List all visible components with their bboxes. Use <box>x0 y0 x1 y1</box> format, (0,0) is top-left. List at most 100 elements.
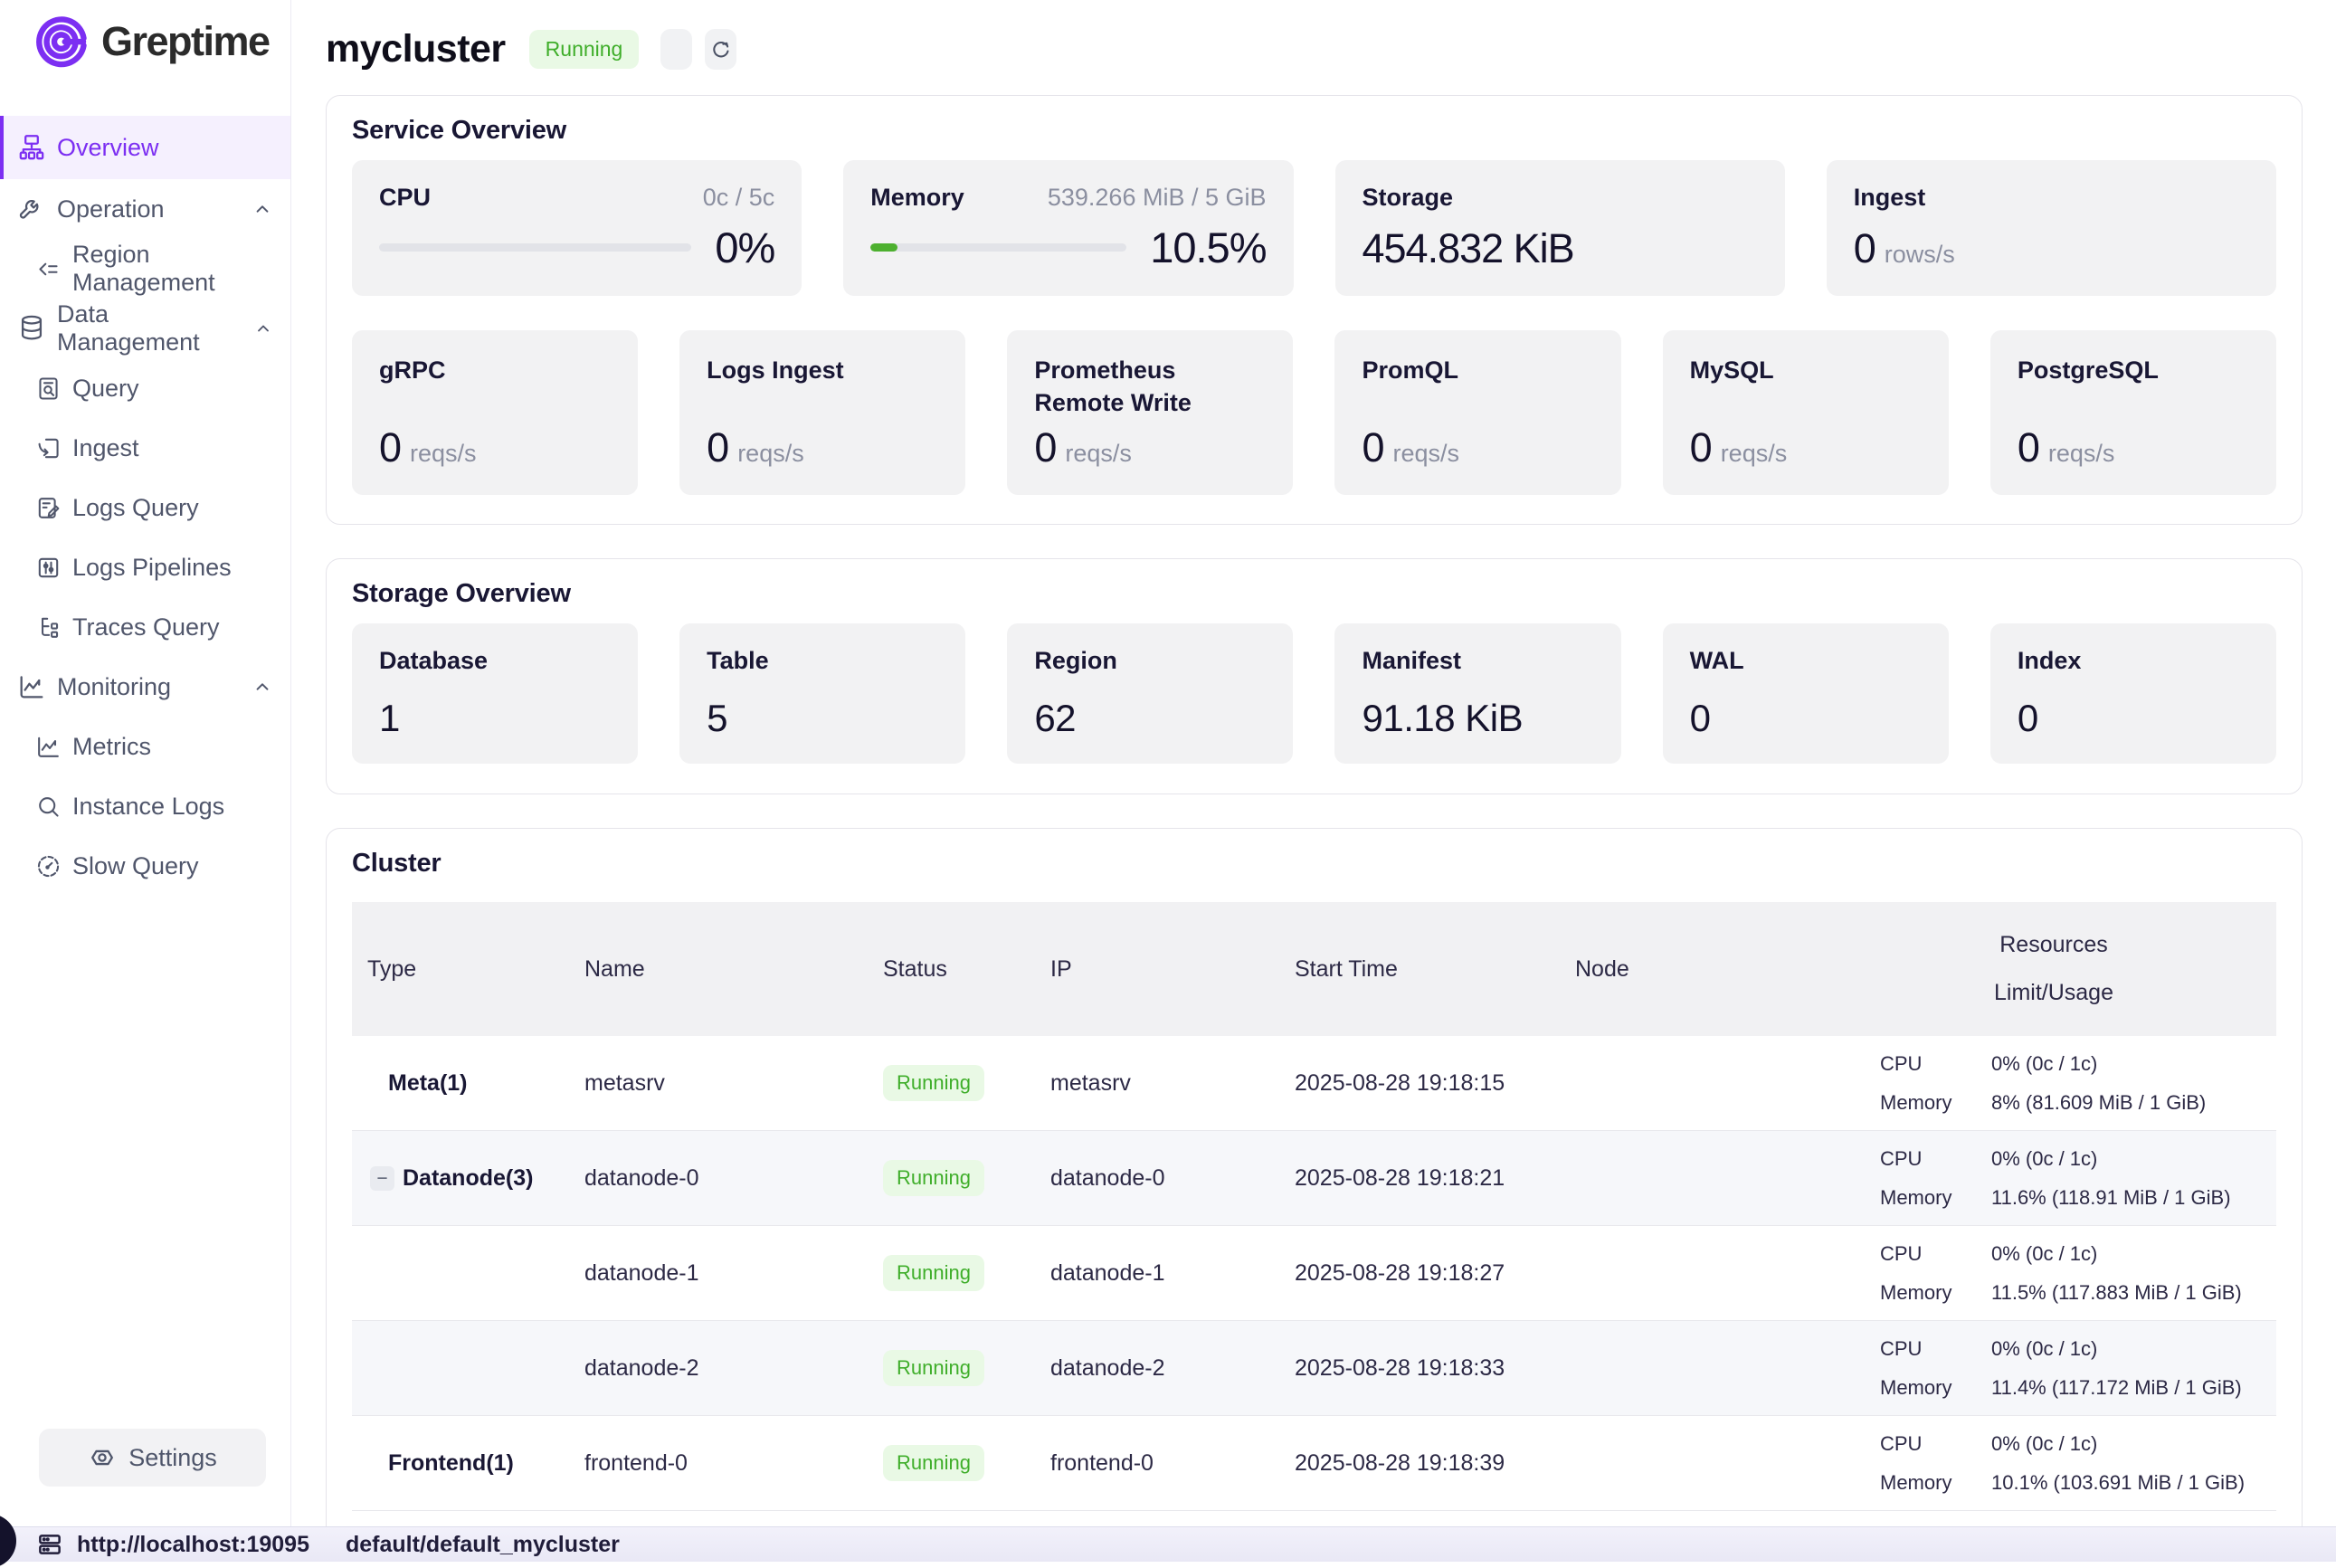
ingest-label: Ingest <box>1854 184 1926 212</box>
cpu-resource-value: 0% (0c / 1c) <box>1991 1432 2276 1456</box>
ip-cell: datanode-0 <box>1035 1165 1279 1192</box>
status-badge: Running <box>883 1160 984 1196</box>
chevron-up-icon[interactable] <box>252 317 274 340</box>
resources-cell: CPU 0% (0c / 1c) Memory 8% (81.609 MiB /… <box>1831 1052 2276 1115</box>
start-time-cell: 2025-08-28 19:18:27 <box>1279 1260 1560 1287</box>
storage-card-label: Index <box>2018 647 2249 675</box>
sidebar-item-ingest[interactable]: Ingest <box>0 418 290 478</box>
protocol-card-mysql: MySQL 0 reqs/s <box>1663 330 1949 495</box>
sidebar-item-overview[interactable]: Overview <box>0 116 290 179</box>
table-row-datanode-0[interactable]: − Datanode(3) datanode-0 Running datanod… <box>352 1131 2276 1226</box>
storage-card-label: Table <box>707 647 938 675</box>
storage-overview-panel: Storage Overview Database 1 Table 5 Regi… <box>326 558 2303 794</box>
memory-card: Memory 539.266 MiB / 5 GiB 10.5% <box>843 160 1293 296</box>
status-bar: http://localhost:19095 default/default_m… <box>0 1527 2336 1562</box>
sidebar-section-label: Monitoring <box>57 673 171 701</box>
cluster-panel: Cluster Type Name Status IP Start Time N… <box>326 828 2303 1527</box>
protocol-unit: reqs/s <box>1065 440 1132 468</box>
search-icon <box>34 793 62 821</box>
name-cell: datanode-0 <box>569 1165 868 1192</box>
storage-card-wal: WAL 0 <box>1663 623 1949 764</box>
protocol-value: 0 <box>1690 424 1712 471</box>
region-management-icon <box>34 255 62 283</box>
sidebar-item-label: Ingest <box>72 434 139 462</box>
protocol-cards: gRPC 0 reqs/s Logs Ingest 0 reqs/s Prome… <box>352 330 2276 495</box>
memory-resource-label: Memory <box>1880 1281 1991 1305</box>
sidebar-item-region-management[interactable]: Region Management <box>0 239 290 299</box>
column-header-node: Node <box>1560 956 1831 983</box>
protocol-card-prometheus-remote-write: Prometheus Remote Write 0 reqs/s <box>1007 330 1293 495</box>
cpu-card: CPU 0c / 5c 0% <box>352 160 802 296</box>
column-header-start-time: Start Time <box>1279 956 1560 983</box>
sidebar-section-monitoring[interactable]: Monitoring <box>0 657 290 717</box>
status-badge: Running <box>883 1445 984 1481</box>
table-row-datanode-1[interactable]: datanode-1 Running datanode-1 2025-08-28… <box>352 1226 2276 1321</box>
service-overview-title: Service Overview <box>352 116 2302 146</box>
server-url: http://localhost:19095 <box>77 1532 309 1558</box>
type-cell: Frontend(1) <box>352 1450 569 1477</box>
sidebar-section-operation[interactable]: Operation <box>0 179 290 239</box>
storage-card-manifest: Manifest 91.18 KiB <box>1334 623 1620 764</box>
settings-label: Settings <box>128 1444 217 1472</box>
storage-card-database: Database 1 <box>352 623 638 764</box>
storage-card-value: 0 <box>1690 697 1922 740</box>
resources-header-label: Resources <box>1999 932 2108 958</box>
chevron-up-icon[interactable] <box>251 675 274 698</box>
table-row-datanode-2[interactable]: datanode-2 Running datanode-2 2025-08-28… <box>352 1321 2276 1416</box>
limit-usage-header-label: Limit/Usage <box>1994 980 2113 1006</box>
protocol-value: 0 <box>2018 424 2039 471</box>
start-time-cell: 2025-08-28 19:18:33 <box>1279 1355 1560 1382</box>
storage-card-table: Table 5 <box>679 623 965 764</box>
sidebar-section-data-management[interactable]: Data Management <box>0 299 290 358</box>
cluster-action-button[interactable] <box>660 29 692 70</box>
storage-card-region: Region 62 <box>1007 623 1293 764</box>
memory-resource-value: 11.6% (118.91 MiB / 1 GiB) <box>1991 1186 2276 1210</box>
protocol-value: 0 <box>379 424 401 471</box>
sidebar-item-label: Logs Query <box>72 494 199 522</box>
cpu-resource-label: CPU <box>1880 1337 1991 1361</box>
sidebar-item-logs-pipelines[interactable]: Logs Pipelines <box>0 537 290 597</box>
brand-logo[interactable]: Greptime <box>33 13 270 71</box>
collapse-toggle-button[interactable]: − <box>370 1166 394 1191</box>
sidebar-item-label: Slow Query <box>72 852 199 880</box>
page-header: mycluster Running <box>326 27 736 71</box>
cpu-limit: 0c / 5c <box>703 184 775 212</box>
refresh-icon <box>709 38 733 62</box>
refresh-button[interactable] <box>705 29 736 70</box>
chevron-up-icon[interactable] <box>251 197 274 221</box>
protocol-label: MySQL <box>1690 354 1922 386</box>
resources-cell: CPU 0% (0c / 1c) Memory 11.5% (117.883 M… <box>1831 1242 2276 1305</box>
cpu-progress-track <box>379 243 691 252</box>
sidebar-item-instance-logs[interactable]: Instance Logs <box>0 776 290 836</box>
memory-resource-value: 8% (81.609 MiB / 1 GiB) <box>1991 1091 2276 1115</box>
table-row-meta[interactable]: Meta(1) metasrv Running metasrv 2025-08-… <box>352 1036 2276 1131</box>
ip-cell: metasrv <box>1035 1070 1279 1097</box>
sidebar-item-logs-query[interactable]: Logs Query <box>0 478 290 537</box>
storage-card-label: Database <box>379 647 611 675</box>
settings-button[interactable]: Settings <box>39 1429 266 1487</box>
cpu-resource-value: 0% (0c / 1c) <box>1991 1147 2276 1171</box>
sidebar-item-slow-query[interactable]: Slow Query <box>0 836 290 896</box>
memory-resource-label: Memory <box>1880 1376 1991 1400</box>
sidebar-item-label: Query <box>72 375 139 403</box>
protocol-label: Prometheus Remote Write <box>1034 354 1266 420</box>
sidebar-item-label: Instance Logs <box>72 793 224 821</box>
table-row-frontend[interactable]: Frontend(1) frontend-0 Running frontend-… <box>352 1416 2276 1511</box>
storage-card-index: Index 0 <box>1990 623 2276 764</box>
service-stat-cards: CPU 0c / 5c 0% Memory 539.266 MiB / 5 Gi… <box>352 160 2276 296</box>
server-icon <box>36 1531 63 1558</box>
protocol-unit: reqs/s <box>2048 440 2115 468</box>
document-pencil-icon <box>34 494 62 522</box>
cpu-resource-label: CPU <box>1880 1052 1991 1076</box>
resources-cell: CPU 0% (0c / 1c) Memory 10.1% (103.691 M… <box>1831 1432 2276 1495</box>
protocol-value: 0 <box>707 424 728 471</box>
sidebar-item-traces-query[interactable]: Traces Query <box>0 597 290 657</box>
memory-percent: 10.5% <box>1150 223 1266 272</box>
metrics-chart-icon <box>34 733 62 761</box>
storage-card-value: 1 <box>379 697 611 740</box>
sidebar-item-metrics[interactable]: Metrics <box>0 717 290 776</box>
sidebar-item-query[interactable]: Query <box>0 358 290 418</box>
ingest-unit: rows/s <box>1885 241 1955 269</box>
name-cell: datanode-1 <box>569 1260 868 1287</box>
protocol-value: 0 <box>1034 424 1056 471</box>
